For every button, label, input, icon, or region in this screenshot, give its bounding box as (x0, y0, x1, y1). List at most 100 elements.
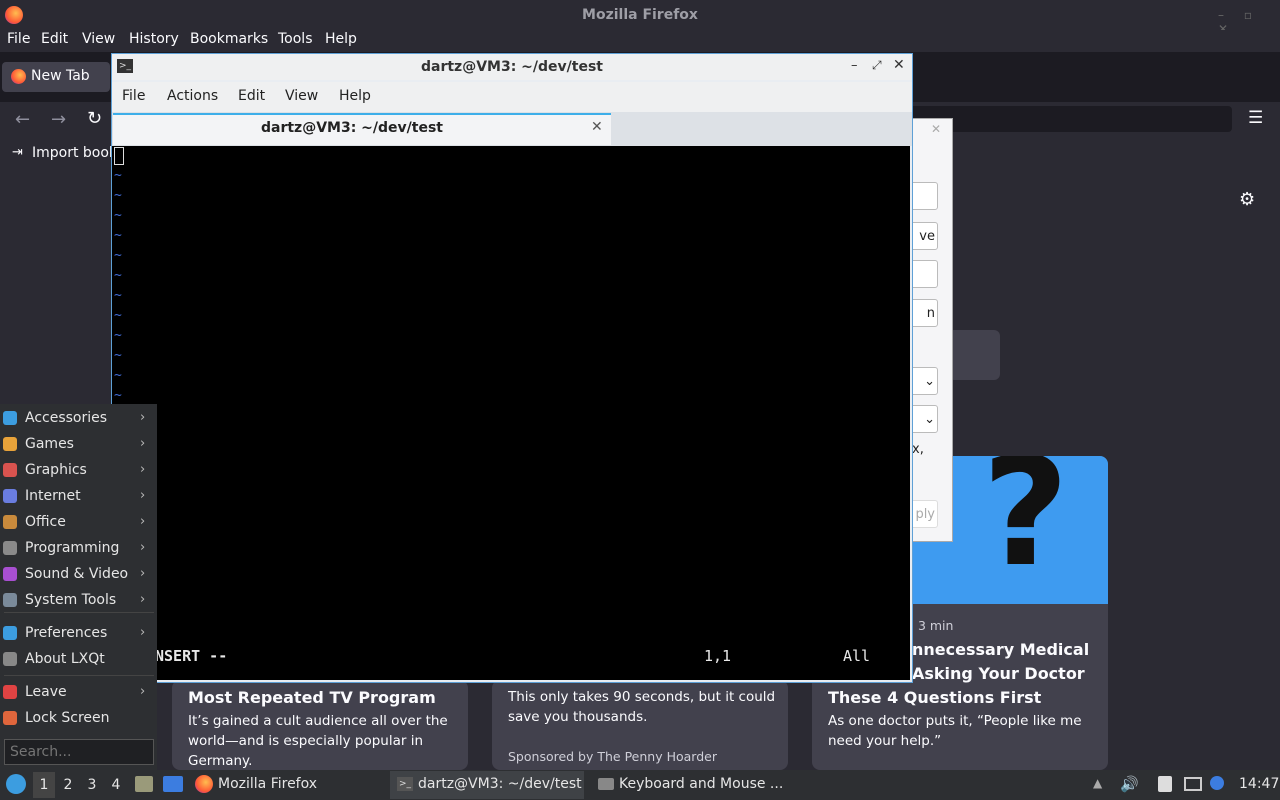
task-keyboard-mouse[interactable]: Keyboard and Mouse ... (619, 776, 783, 792)
ff-menu-help[interactable]: Help (325, 31, 357, 47)
preferences-icon (3, 626, 17, 640)
update-notifier-icon[interactable] (1210, 776, 1224, 790)
vim-tilde: ~ (114, 308, 122, 323)
vim-tilde: ~ (114, 388, 122, 403)
chevron-right-icon: › (140, 488, 146, 503)
menu-item-label: About LXQt (25, 651, 105, 667)
vim-mode-status: NSERT -- (155, 647, 228, 665)
term-maximize-icon[interactable]: ⤢ (872, 58, 882, 73)
system-tools-icon (3, 593, 17, 607)
menu-item-programming[interactable]: Programming › (0, 536, 157, 560)
firefox-window-title: Mozilla Firefox (582, 7, 698, 23)
shortcut-tile[interactable] (948, 330, 1000, 380)
vim-tilde: ~ (114, 208, 122, 223)
volume-icon[interactable]: 🔊 (1120, 775, 1139, 793)
task-firefox-icon (195, 775, 213, 793)
tab-favicon-icon (11, 69, 26, 84)
lock-icon (3, 711, 17, 725)
task-keyboard-icon (598, 778, 614, 790)
menu-search-input[interactable] (4, 739, 154, 765)
menu-item-lock-screen[interactable]: Lock Screen (0, 706, 157, 730)
clipboard-icon[interactable] (1158, 776, 1172, 792)
terminal-body[interactable] (112, 146, 910, 680)
menu-item-label: System Tools (25, 592, 117, 608)
term-menu-edit[interactable]: Edit (238, 88, 265, 104)
vim-tilde: ~ (114, 188, 122, 203)
menu-divider-2 (4, 675, 154, 676)
menu-item-leave[interactable]: Leave › (0, 680, 157, 704)
terminal-menubar (112, 82, 912, 112)
file-manager-icon[interactable] (135, 776, 153, 792)
tab-label: New Tab (31, 68, 90, 84)
show-desktop-icon[interactable] (163, 776, 183, 792)
menu-item-internet[interactable]: Internet › (0, 484, 157, 508)
vim-tilde: ~ (114, 228, 122, 243)
ff-menu-tools[interactable]: Tools (278, 31, 313, 47)
chevron-right-icon: › (140, 410, 146, 425)
app-menu-icon[interactable]: ☰ (1248, 108, 1263, 128)
story-text-1: It’s gained a cult audience all over the… (188, 713, 448, 769)
text-cursor (114, 147, 124, 165)
chevron-right-icon: › (140, 625, 146, 640)
term-close-icon[interactable]: ✕ (893, 57, 905, 73)
vim-tilde: ~ (114, 248, 122, 263)
ff-menu-bookmarks[interactable]: Bookmarks (190, 31, 268, 47)
task-firefox[interactable]: Mozilla Firefox (218, 776, 317, 792)
start-menu-icon[interactable] (6, 774, 26, 794)
menu-item-about-lxqt[interactable]: About LXQt (0, 647, 157, 671)
term-menu-actions[interactable]: Actions (167, 88, 218, 104)
desktop-4[interactable]: 4 (105, 772, 127, 798)
leave-icon (3, 685, 17, 699)
task-terminal-icon: >_ (397, 777, 413, 791)
terminal-tab[interactable]: dartz@VM3: ~/dev/test ✕ (113, 113, 611, 145)
term-menu-help[interactable]: Help (339, 88, 371, 104)
menu-item-system-tools[interactable]: System Tools › (0, 588, 157, 612)
menu-item-office[interactable]: Office › (0, 510, 157, 534)
menu-item-sound-video[interactable]: Sound & Video › (0, 562, 157, 586)
menu-item-graphics[interactable]: Graphics › (0, 458, 157, 482)
desktop-2[interactable]: 2 (57, 772, 79, 798)
terminal-app-icon: >_ (117, 59, 133, 73)
story-text-3: As one doctor puts it, “People like me n… (828, 713, 1082, 749)
ff-menu-edit[interactable]: Edit (41, 31, 68, 47)
menu-item-label: Preferences (25, 625, 108, 641)
desktop-1[interactable]: 1 (33, 772, 55, 798)
graphics-icon (3, 463, 17, 477)
chevron-right-icon: › (140, 462, 146, 477)
network-icon[interactable] (1184, 777, 1202, 791)
menu-item-label: Games (25, 436, 74, 452)
menu-item-label: Sound & Video (25, 566, 129, 582)
settings-gear-icon[interactable]: ⚙ (1239, 189, 1255, 210)
task-terminal[interactable]: dartz@VM3: ~/dev/test (418, 776, 582, 792)
menu-item-games[interactable]: Games › (0, 432, 157, 456)
ff-menu-file[interactable]: File (7, 31, 30, 47)
import-bookmarks-button[interactable]: Import book (32, 145, 117, 161)
import-bookmarks-icon: ⇥ (12, 145, 23, 160)
story-meta-3: · 3 min (910, 618, 954, 633)
question-mark-icon: ? (982, 456, 1070, 600)
dialog-close-icon[interactable]: ✕ (931, 122, 941, 136)
reload-icon[interactable]: ↻ (87, 108, 102, 129)
desktop-3[interactable]: 3 (81, 772, 103, 798)
term-menu-view[interactable]: View (285, 88, 318, 104)
term-minimize-icon[interactable]: – (851, 58, 858, 73)
story-title-3a: nnecessary Medical (912, 640, 1090, 659)
menu-item-label: Lock Screen (25, 710, 110, 726)
vim-tilde: ~ (114, 288, 122, 303)
terminal-tab-close-icon[interactable]: ✕ (591, 119, 603, 135)
tab-new-tab[interactable]: New Tab (2, 62, 110, 92)
forward-icon[interactable]: → (51, 109, 66, 130)
back-icon[interactable]: ← (15, 109, 30, 130)
tray-arrow-icon[interactable]: ▲ (1093, 776, 1102, 790)
menu-item-label: Accessories (25, 410, 108, 426)
menu-item-accessories[interactable]: Accessories › (0, 406, 157, 430)
office-icon (3, 515, 17, 529)
term-menu-file[interactable]: File (122, 88, 145, 104)
menu-item-label: Office (25, 514, 66, 530)
menu-item-preferences[interactable]: Preferences › (0, 621, 157, 645)
vim-scroll-status: All (843, 647, 871, 665)
ff-menu-view[interactable]: View (82, 31, 115, 47)
internet-icon (3, 489, 17, 503)
story-sponsor-2: Sponsored by The Penny Hoarder (508, 749, 717, 764)
ff-menu-history[interactable]: History (129, 31, 179, 47)
